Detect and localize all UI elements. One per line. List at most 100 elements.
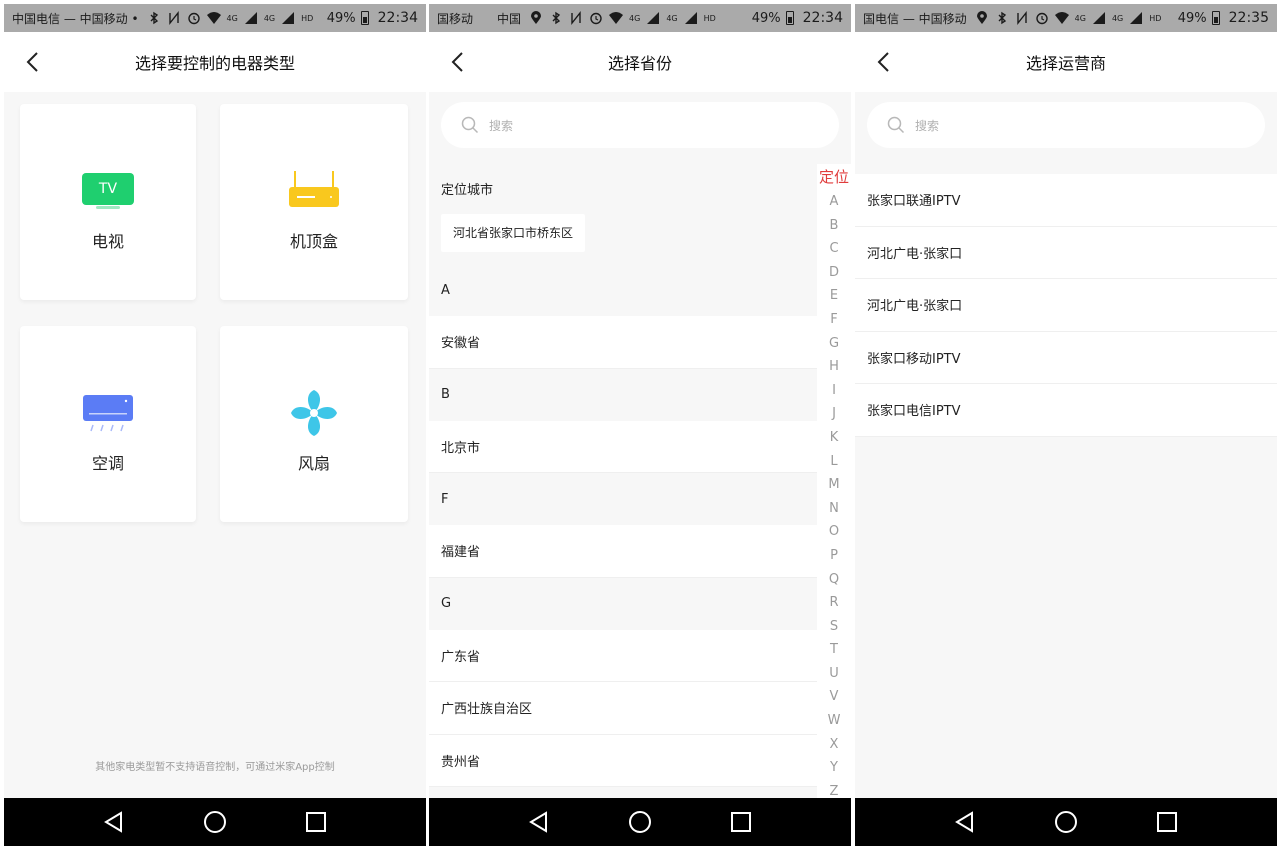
index-letter[interactable]: W <box>828 709 841 733</box>
navigation-bar <box>429 798 851 846</box>
index-letter[interactable]: Y <box>830 756 838 780</box>
status-bar: 中国电信 — 中国移动 • 4G 4G HD 49% 22:34 <box>4 4 426 32</box>
signal-icon <box>1130 12 1143 24</box>
network-type-2: 4G <box>666 13 678 23</box>
page-title: 选择要控制的电器类型 <box>134 54 295 73</box>
wifi-icon <box>206 12 221 24</box>
device-card-label: 机顶盒 <box>289 232 338 251</box>
status-icons: 4G 4G HD <box>147 11 327 25</box>
search-input[interactable]: 搜索 <box>867 102 1265 148</box>
square-recents-icon <box>730 812 751 832</box>
index-letter[interactable]: E <box>830 284 838 308</box>
index-letter[interactable]: V <box>830 685 839 709</box>
signal-icon <box>1092 12 1105 24</box>
nfc-icon <box>168 11 179 25</box>
index-letter[interactable]: G <box>829 332 839 356</box>
index-letter[interactable]: L <box>830 450 837 474</box>
operator-item[interactable]: 河北广电·张家口 <box>855 279 1277 332</box>
index-letter[interactable]: U <box>829 662 839 686</box>
nav-back-button[interactable] <box>952 809 978 835</box>
search-input[interactable]: 搜索 <box>441 102 839 148</box>
index-letter[interactable]: K <box>830 426 839 450</box>
ac-icon-wrap <box>81 388 135 438</box>
nav-home-button[interactable] <box>1053 809 1079 835</box>
device-card-fan[interactable]: 风扇 <box>220 326 408 522</box>
device-card-label: 风扇 <box>297 454 330 473</box>
nav-back-button[interactable] <box>101 809 127 835</box>
province-item[interactable]: 贵州省 <box>429 734 817 787</box>
index-letter[interactable]: T <box>830 638 838 662</box>
nav-back-button[interactable] <box>526 809 552 835</box>
fan-icon-wrap <box>289 388 339 438</box>
network-type-1: 4G <box>1074 13 1086 23</box>
alphabet-index[interactable]: 定位 A B C D E F G H I J K L M N O P Q R S… <box>817 164 851 804</box>
signal-icon <box>244 12 257 24</box>
index-letter[interactable]: A <box>830 190 839 214</box>
nav-recents-button[interactable] <box>728 809 754 835</box>
search-placeholder: 搜索 <box>489 118 514 133</box>
index-letter[interactable]: F <box>830 308 837 332</box>
nfc-icon <box>1016 11 1027 25</box>
battery-icon <box>360 11 369 25</box>
province-item[interactable]: 安徽省 <box>429 316 817 369</box>
section-header-b: B <box>429 368 817 421</box>
hd-label: HD <box>703 13 716 23</box>
navigation-bar <box>855 798 1277 846</box>
triangle-back-icon <box>104 811 123 833</box>
index-letter[interactable]: N <box>829 497 839 521</box>
index-letter[interactable]: H <box>829 355 839 379</box>
device-card-set-top-box[interactable]: 机顶盒 <box>220 104 408 300</box>
index-letter[interactable]: R <box>829 591 838 615</box>
back-arrow-icon[interactable] <box>22 50 46 74</box>
status-bar: 国电信 — 中国移动 4G 4G HD 49% 22:35 <box>855 4 1277 32</box>
page-title: 选择运营商 <box>1025 54 1106 73</box>
status-right: 49% 22:35 <box>1178 10 1269 26</box>
index-letter[interactable]: X <box>830 733 839 757</box>
index-letter[interactable]: S <box>830 615 838 639</box>
section-header-f: F <box>429 473 817 525</box>
fan-icon <box>291 390 337 436</box>
circle-home-icon <box>628 811 651 833</box>
set-top-box-icon <box>289 171 339 207</box>
index-letter[interactable]: B <box>830 214 839 238</box>
operator-item[interactable]: 张家口移动IPTV <box>855 332 1277 384</box>
located-city-row: 河北省张家口市桥东区 <box>429 212 817 264</box>
search-placeholder: 搜索 <box>915 118 940 133</box>
signal-icon <box>647 12 660 24</box>
back-arrow-icon[interactable] <box>873 50 897 74</box>
index-letter[interactable]: O <box>829 520 839 544</box>
operator-item[interactable]: 张家口电信IPTV <box>855 384 1277 437</box>
province-item[interactable]: 福建省 <box>429 525 817 578</box>
index-letter[interactable]: Q <box>829 568 839 592</box>
status-icons: 4G 4G HD <box>975 11 1178 25</box>
battery-icon <box>785 11 794 25</box>
device-card-tv[interactable]: TV 电视 <box>20 104 196 300</box>
province-item[interactable]: 广西壮族自治区 <box>429 682 817 735</box>
hd-label: HD <box>301 13 314 23</box>
located-city-chip[interactable]: 河北省张家口市桥东区 <box>441 214 586 252</box>
index-letter[interactable]: M <box>828 473 839 497</box>
battery-percent: 49% <box>326 10 356 26</box>
operator-item[interactable]: 张家口联通IPTV <box>855 174 1277 227</box>
page-title: 选择省份 <box>607 54 672 73</box>
nav-recents-button[interactable] <box>303 809 329 835</box>
index-locate[interactable]: 定位 <box>819 164 849 190</box>
index-letter[interactable]: P <box>830 544 838 568</box>
index-letter[interactable]: C <box>829 237 838 261</box>
nav-home-button[interactable] <box>202 809 228 835</box>
nav-home-button[interactable] <box>627 809 653 835</box>
title-bar: 选择省份 <box>429 32 851 92</box>
nav-recents-button[interactable] <box>1154 809 1180 835</box>
stb-icon-wrap <box>287 166 341 216</box>
province-item[interactable]: 北京市 <box>429 420 817 473</box>
status-right: 49% 22:34 <box>327 10 418 26</box>
tv-icon-wrap: TV <box>82 166 134 216</box>
index-letter[interactable]: I <box>832 379 836 403</box>
index-letter[interactable]: D <box>829 261 839 285</box>
operator-item[interactable]: 河北广电·张家口 <box>855 227 1277 279</box>
index-letter[interactable]: J <box>832 402 836 426</box>
back-arrow-icon[interactable] <box>447 50 471 74</box>
province-item[interactable]: 广东省 <box>429 629 817 682</box>
navigation-bar <box>4 798 426 846</box>
device-card-air-conditioner[interactable]: 空调 <box>20 326 196 522</box>
